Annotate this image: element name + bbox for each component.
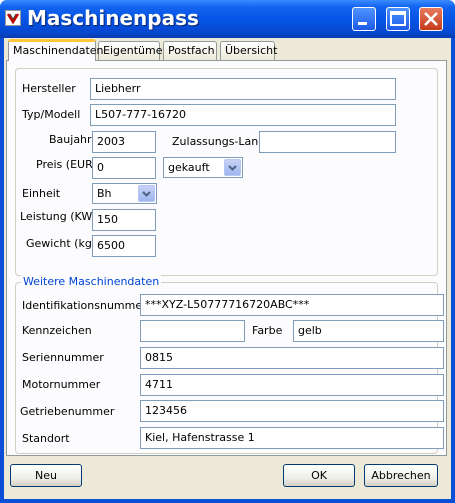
baujahr-field[interactable]: 2003 <box>92 131 156 153</box>
app-icon[interactable] <box>5 10 21 26</box>
typ-modell-label: Typ/Modell <box>22 108 81 121</box>
maximize-icon <box>390 11 406 26</box>
identifikationsnummer-field[interactable]: ***XYZ-L50777716720ABC*** <box>140 294 444 316</box>
kaufart-select[interactable]: gekauft <box>163 157 243 178</box>
getriebenummer-label: Getriebenummer <box>20 405 115 418</box>
typ-modell-field[interactable]: L507-777-16720 <box>90 104 396 126</box>
tab-postfach[interactable]: Postfach <box>163 41 217 60</box>
chevron-down-icon <box>228 165 237 171</box>
baujahr-label: Baujahr <box>49 133 92 146</box>
gewicht-field[interactable]: 6500 <box>92 235 156 257</box>
minimize-icon <box>358 22 367 25</box>
standort-field[interactable]: Kiel, Hafenstrasse 1 <box>140 427 444 449</box>
group-weitere-maschinendaten: Weitere Maschinendaten Identifikationsnu… <box>15 275 444 454</box>
tab-uebersicht[interactable]: Übersicht <box>220 41 277 60</box>
farbe-label: Farbe <box>252 324 283 337</box>
leistung-field[interactable]: 150 <box>92 209 156 231</box>
einheit-label: Einheit <box>22 187 61 200</box>
close-icon <box>424 12 438 26</box>
kennzeichen-label: Kennzeichen <box>22 324 92 337</box>
group-maschinendaten: Hersteller Liebherr Typ/Modell L507-777-… <box>15 68 438 276</box>
preis-field[interactable]: 0 <box>92 157 156 179</box>
ok-button[interactable]: OK <box>283 464 355 487</box>
einheit-select[interactable]: Bh <box>92 183 157 204</box>
leistung-label: Leistung (KW) <box>20 210 97 223</box>
tab-eigentuemer[interactable]: Eigentümer <box>98 41 167 60</box>
minimize-button[interactable] <box>352 7 376 31</box>
tab-panel-maschinendaten: Hersteller Liebherr Typ/Modell L507-777-… <box>6 60 447 456</box>
standort-label: Standort <box>22 432 70 445</box>
gewicht-label: Gewicht (kg) <box>26 237 97 250</box>
motornummer-label: Motornummer <box>22 378 101 391</box>
zulassungs-land-label: Zulassungs-Land <box>172 135 266 148</box>
einheit-value: Bh <box>97 187 112 200</box>
kennzeichen-field[interactable] <box>140 320 245 342</box>
abbrechen-button[interactable]: Abbrechen <box>364 464 438 487</box>
close-button[interactable] <box>419 7 443 31</box>
motornummer-field[interactable]: 4711 <box>140 374 444 396</box>
einheit-dropdown-button[interactable] <box>138 185 155 202</box>
weitere-maschinendaten-legend: Weitere Maschinendaten <box>21 275 162 288</box>
identifikationsnummer-label: Identifikationsnummer <box>22 299 147 312</box>
farbe-field[interactable]: gelb <box>293 320 444 342</box>
seriennummer-field[interactable]: 0815 <box>140 347 444 369</box>
window-title: Maschinenpass <box>27 6 199 30</box>
neu-button[interactable]: Neu <box>10 464 82 487</box>
dialog-client-area: Maschinendaten Eigentümer Postfach Übers… <box>4 38 451 499</box>
tab-maschinendaten[interactable]: Maschinendaten <box>8 39 104 61</box>
hersteller-field[interactable]: Liebherr <box>90 78 396 100</box>
maximize-button[interactable] <box>386 7 410 31</box>
title-bar[interactable]: Maschinenpass <box>0 0 455 38</box>
seriennummer-label: Seriennummer <box>22 351 104 364</box>
zulassungs-land-field[interactable] <box>259 131 396 153</box>
app-window: Maschinenpass Maschinendaten Eigentümer … <box>0 0 455 503</box>
getriebenummer-field[interactable]: 123456 <box>140 400 444 422</box>
kaufart-value: gekauft <box>168 161 210 174</box>
preis-label: Preis (EUR) <box>36 158 97 171</box>
kaufart-dropdown-button[interactable] <box>224 159 241 176</box>
hersteller-label: Hersteller <box>22 82 76 95</box>
chevron-down-icon <box>142 191 151 197</box>
